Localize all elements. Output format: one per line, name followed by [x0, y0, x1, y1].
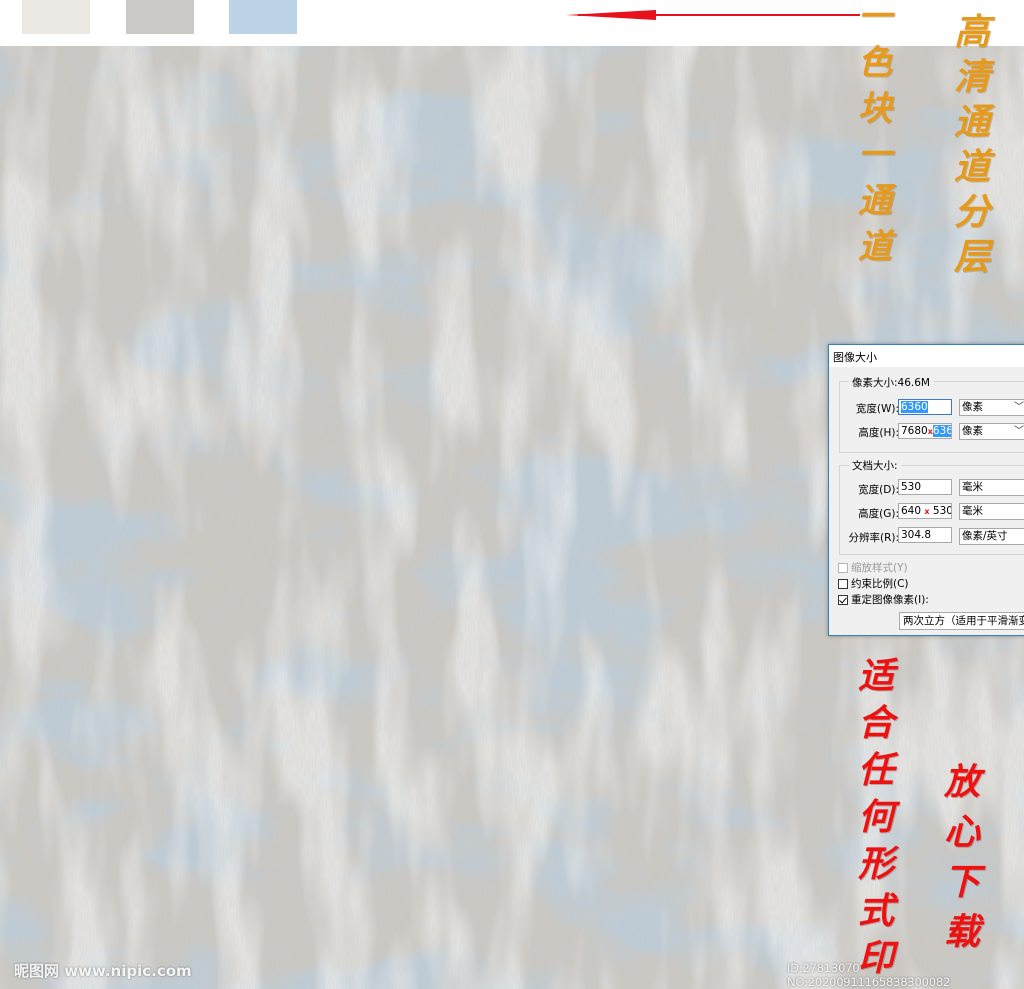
document-size-legend: 文档大小:	[849, 458, 901, 473]
dialog-title-bar[interactable]: 图像大小	[829, 345, 1024, 367]
fit-print-annotation: 适合任何形式印	[858, 655, 895, 979]
resample-method-value: 两次立方（适用于平滑渐变	[903, 615, 1024, 627]
dialog-title: 图像大小	[833, 351, 877, 364]
doc-height-value: 530	[932, 505, 952, 517]
constrain-proportions-label: 约束比例(C)	[851, 578, 909, 590]
doc-width-label: 宽度(D):	[858, 484, 899, 496]
gray-swatch	[126, 0, 194, 34]
resample-image-label: 重定图像像素(I):	[851, 594, 929, 606]
checkbox-box	[838, 562, 848, 573]
hd-layers-annotation: 高清通道分层	[954, 11, 991, 278]
pixel-height-unit-select[interactable]: 像素 ﹀	[959, 423, 1024, 440]
resample-image-checkbox[interactable]: 重定图像像素(I):	[838, 592, 929, 607]
resolution-input[interactable]: 304.8	[898, 527, 952, 543]
pixel-dimensions-group	[839, 381, 1024, 453]
pixel-width-unit-select[interactable]: 像素 ﹀	[959, 399, 1024, 416]
checkbox-box-checked	[838, 594, 848, 605]
doc-width-value: 530	[901, 481, 922, 493]
scale-styles-checkbox: 缩放样式(Y)	[838, 560, 908, 575]
resolution-label: 分辨率(R):	[848, 532, 899, 544]
doc-width-unit: 毫米	[962, 481, 983, 493]
resolution-unit-select[interactable]: 像素/英寸	[959, 528, 1024, 545]
chevron-down-icon: ﹀	[1014, 426, 1024, 437]
scale-styles-label: 缩放样式(Y)	[851, 562, 908, 574]
doc-height-unit-select[interactable]: 毫米	[959, 503, 1024, 520]
watermark-right: ID:27813070 NO:20200911165838300082	[787, 961, 951, 989]
chevron-down-icon: ﹀	[1014, 402, 1024, 413]
pixel-height-value: 6360	[932, 425, 951, 437]
resolution-unit: 像素/英寸	[962, 530, 1008, 542]
pixel-height-unit: 像素	[962, 425, 983, 437]
checkbox-box	[838, 578, 848, 589]
cream-swatch	[22, 0, 90, 34]
pixel-width-value: 6360	[901, 401, 928, 413]
watermark-left: 昵图网 www.nipic.com	[14, 962, 192, 980]
resolution-value: 304.8	[901, 529, 932, 541]
doc-height-input[interactable]: 640 x 530	[898, 503, 952, 519]
red-arrow-icon	[566, 10, 860, 20]
image-size-dialog: 图像大小 像素大小:46.6M 宽度(W): 6360 像素 ﹀ 高度(H): 7…	[828, 344, 1024, 636]
resample-method-select[interactable]: 两次立方（适用于平滑渐变	[899, 612, 1024, 630]
blue-swatch	[229, 0, 297, 34]
doc-width-input[interactable]: 530	[898, 479, 952, 495]
pixel-width-unit: 像素	[962, 401, 983, 413]
pixel-height-old-value: 7680	[901, 425, 928, 437]
download-annotation: 放心下载	[944, 761, 981, 953]
channel-annotation: 一色块一通道	[858, 0, 892, 267]
doc-height-unit: 毫米	[962, 505, 983, 517]
red-x-mark: x	[924, 507, 930, 516]
pixel-height-label: 高度(H):	[858, 427, 899, 439]
constrain-proportions-checkbox[interactable]: 约束比例(C)	[838, 576, 909, 591]
pixel-width-label: 宽度(W):	[855, 403, 899, 415]
pixel-width-input[interactable]: 6360	[898, 399, 952, 415]
doc-height-label: 高度(G):	[858, 508, 899, 520]
doc-height-old-value: 640	[901, 505, 922, 517]
pixel-dimensions-legend: 像素大小:46.6M	[849, 375, 933, 390]
doc-width-unit-select[interactable]: 毫米	[959, 479, 1024, 496]
pixel-height-input[interactable]: 7680x6360	[898, 423, 952, 439]
